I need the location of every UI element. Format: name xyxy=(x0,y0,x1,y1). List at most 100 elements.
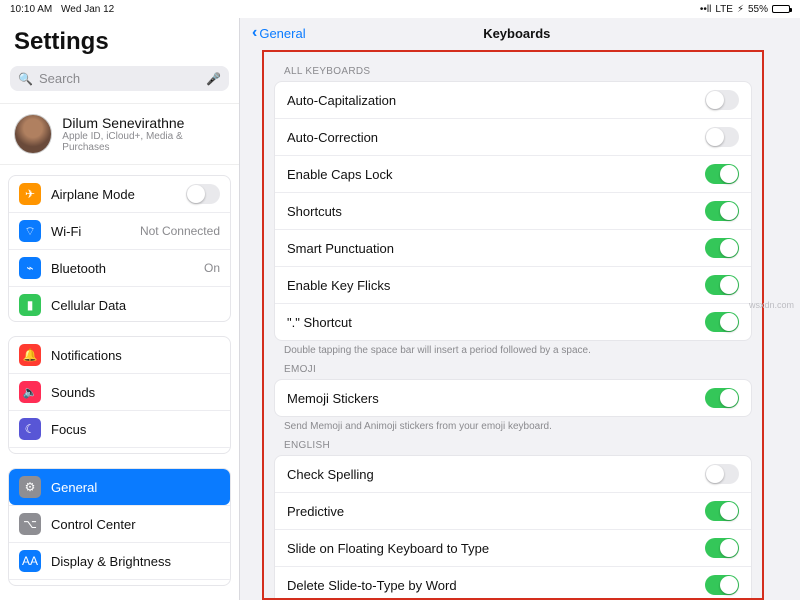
keyflicks-toggle[interactable] xyxy=(705,275,739,295)
sidebar-item-label: General xyxy=(51,480,97,495)
wifi-value: Not Connected xyxy=(140,224,220,238)
airplane-toggle[interactable] xyxy=(186,184,220,204)
setting-label: Slide on Floating Keyboard to Type xyxy=(287,541,489,556)
setting-label: Auto-Capitalization xyxy=(287,93,396,108)
setting-row-capslock: Enable Caps Lock xyxy=(275,155,751,192)
status-date: Wed Jan 12 xyxy=(61,4,114,15)
section-label-english: ENGLISH xyxy=(274,432,752,455)
setting-row-memoji: Memoji Stickers xyxy=(275,380,751,416)
sidebar-item-sounds[interactable]: 🔈 Sounds xyxy=(9,373,230,410)
charging-icon: ⚡︎ xyxy=(737,4,744,15)
sidebar-item-display[interactable]: AA Display & Brightness xyxy=(9,542,230,579)
nav-bar: ‹ General Keyboards xyxy=(240,18,800,48)
signal-bars-icon: ••ll xyxy=(700,4,711,15)
bluetooth-value: On xyxy=(204,261,220,275)
profile-sub: Apple ID, iCloud+, Media & Purchases xyxy=(62,131,225,153)
back-label: General xyxy=(259,26,305,41)
sidebar-item-focus[interactable]: ☾ Focus xyxy=(9,410,230,447)
nav-title: Keyboards xyxy=(306,26,728,41)
section-label-all: ALL KEYBOARDS xyxy=(274,58,752,81)
setting-label: Shortcuts xyxy=(287,204,342,219)
search-icon: 🔍 xyxy=(18,72,33,86)
section-label-emoji: EMOJI xyxy=(274,356,752,379)
highlight-box: ALL KEYBOARDS Auto-Capitalization Auto-Co… xyxy=(262,50,764,600)
setting-label: Predictive xyxy=(287,504,344,519)
setting-row-checkspelling: Check Spelling xyxy=(275,456,751,492)
search-placeholder: Search xyxy=(39,71,80,86)
all-keyboards-footer: Double tapping the space bar will insert… xyxy=(274,341,752,356)
setting-row-dotshortcut: "." Shortcut xyxy=(275,303,751,340)
mic-icon[interactable]: 🎤 xyxy=(206,72,221,86)
predictive-toggle[interactable] xyxy=(705,501,739,521)
setting-row-shortcuts: Shortcuts xyxy=(275,192,751,229)
sidebar-item-label: Focus xyxy=(51,422,86,437)
setting-label: "." Shortcut xyxy=(287,315,352,330)
setting-row-autocorrect: Auto-Correction xyxy=(275,118,751,155)
sidebar-item-label: Display & Brightness xyxy=(51,554,171,569)
battery-icon xyxy=(772,5,790,13)
sounds-icon: 🔈 xyxy=(19,381,41,403)
sidebar-item-wifi[interactable]: ⌔ Wi-Fi Not Connected xyxy=(9,212,230,249)
setting-row-predictive: Predictive xyxy=(275,492,751,529)
setting-label: Enable Key Flicks xyxy=(287,278,390,293)
sidebar-item-screentime[interactable]: ⧗Screen Time xyxy=(9,447,230,454)
sidebar-item-homescreen[interactable]: ▦Home Screen & Dock xyxy=(9,579,230,586)
profile-name: Dilum Senevirathne xyxy=(62,115,225,131)
autocap-toggle[interactable] xyxy=(705,90,739,110)
display-icon: AA xyxy=(19,550,41,572)
slidefloat-toggle[interactable] xyxy=(705,538,739,558)
general-icon: ⚙ xyxy=(19,476,41,498)
setting-label: Smart Punctuation xyxy=(287,241,394,256)
checkspelling-toggle[interactable] xyxy=(705,464,739,484)
focus-icon: ☾ xyxy=(19,418,41,440)
back-button[interactable]: ‹ General xyxy=(252,24,306,42)
cellular-icon: ▮ xyxy=(19,294,41,316)
search-input[interactable]: 🔍 Search 🎤 xyxy=(10,66,229,91)
setting-label: Delete Slide-to-Type by Word xyxy=(287,578,457,593)
status-bar: 10:10 AM Wed Jan 12 ••ll LTE ⚡︎ 55% xyxy=(0,0,800,18)
bluetooth-icon: ⌁ xyxy=(19,257,41,279)
autocorrect-toggle[interactable] xyxy=(705,127,739,147)
deleteslide-toggle[interactable] xyxy=(705,575,739,595)
network-type: LTE xyxy=(715,4,733,15)
emoji-footer: Send Memoji and Animoji stickers from yo… xyxy=(274,417,752,432)
capslock-toggle[interactable] xyxy=(705,164,739,184)
sidebar-item-airplane[interactable]: ✈ Airplane Mode xyxy=(9,176,230,212)
smartpunct-toggle[interactable] xyxy=(705,238,739,258)
sidebar-item-notifications[interactable]: 🔔Notifications xyxy=(9,337,230,373)
watermark: wsxdn.com xyxy=(749,300,794,310)
sidebar-item-controlcenter[interactable]: ⌥ Control Center xyxy=(9,505,230,542)
setting-label: Enable Caps Lock xyxy=(287,167,393,182)
detail-pane: ‹ General Keyboards ALL KEYBOARDS Auto-C… xyxy=(240,18,800,600)
apple-id-row[interactable]: Dilum Senevirathne Apple ID, iCloud+, Me… xyxy=(0,103,239,165)
battery-pct: 55% xyxy=(748,4,768,15)
settings-sidebar: Settings 🔍 Search 🎤 Dilum Senevirathne A… xyxy=(0,18,240,600)
memoji-toggle[interactable] xyxy=(705,388,739,408)
sidebar-item-label: Sounds xyxy=(51,385,95,400)
setting-label: Auto-Correction xyxy=(287,130,378,145)
sidebar-item-bluetooth[interactable]: ⌁ Bluetooth On xyxy=(9,249,230,286)
dotshortcut-toggle[interactable] xyxy=(705,312,739,332)
controlcenter-icon: ⌥ xyxy=(19,513,41,535)
setting-row-deleteslide: Delete Slide-to-Type by Word xyxy=(275,566,751,600)
shortcuts-toggle[interactable] xyxy=(705,201,739,221)
wifi-icon: ⌔ xyxy=(19,220,41,242)
sidebar-item-label: Bluetooth xyxy=(51,261,106,276)
sidebar-item-label: Airplane Mode xyxy=(51,187,135,202)
setting-label: Check Spelling xyxy=(287,467,374,482)
status-time: 10:10 AM xyxy=(10,4,52,15)
setting-row-smartpunct: Smart Punctuation xyxy=(275,229,751,266)
avatar xyxy=(14,114,52,154)
chevron-left-icon: ‹ xyxy=(252,24,257,42)
sidebar-item-label: Cellular Data xyxy=(51,298,126,313)
airplane-icon: ✈ xyxy=(19,183,41,205)
sidebar-item-label: Notifications xyxy=(51,348,122,363)
sidebar-item-cellular[interactable]: ▮ Cellular Data xyxy=(9,286,230,322)
setting-label: Memoji Stickers xyxy=(287,391,379,406)
setting-row-autocap: Auto-Capitalization xyxy=(275,82,751,118)
setting-row-keyflicks: Enable Key Flicks xyxy=(275,266,751,303)
sidebar-item-label: Wi-Fi xyxy=(51,224,81,239)
sidebar-item-label: Control Center xyxy=(51,517,136,532)
page-title: Settings xyxy=(0,24,239,66)
sidebar-item-general[interactable]: ⚙ General xyxy=(9,469,230,505)
